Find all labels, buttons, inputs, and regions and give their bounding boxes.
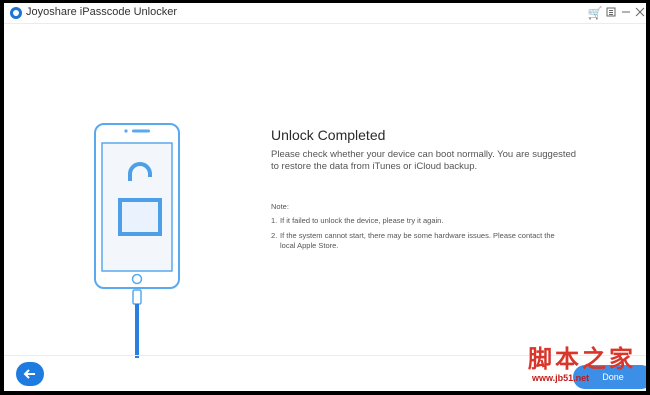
note-label: Note: — [271, 202, 289, 211]
footer-divider — [4, 355, 646, 356]
arrow-left-icon — [23, 369, 35, 379]
title-bar: Joyoshare iPasscode Unlocker 🛒 — [4, 3, 646, 24]
usb-cable — [135, 304, 139, 358]
app-window: Joyoshare iPasscode Unlocker 🛒 Unlock Co… — [4, 3, 646, 391]
app-logo-icon — [10, 7, 22, 19]
cart-icon[interactable]: 🛒 — [587, 5, 603, 21]
note-text: If it failed to unlock the device, pleas… — [280, 216, 444, 225]
app-title: Joyoshare iPasscode Unlocker — [26, 6, 178, 18]
cable-connector — [132, 289, 142, 305]
note-number: 2. — [271, 231, 278, 240]
close-icon[interactable] — [632, 5, 646, 21]
phone-illustration — [94, 123, 180, 358]
done-button[interactable]: Done — [573, 365, 646, 389]
page-title: Unlock Completed — [271, 127, 386, 143]
phone-camera — [124, 129, 128, 133]
note-item: 1. If it failed to unlock the device, pl… — [271, 216, 571, 226]
phone-speaker — [132, 129, 150, 133]
result-description: Please check whether your device can boo… — [271, 149, 577, 172]
menu-icon[interactable] — [603, 5, 619, 21]
note-number: 1. — [271, 216, 278, 225]
back-button[interactable] — [16, 362, 44, 386]
note-list: 1. If it failed to unlock the device, pl… — [271, 216, 571, 256]
note-item: 2. If the system cannot start, there may… — [271, 231, 571, 251]
note-text: If the system cannot start, there may be… — [280, 231, 555, 250]
